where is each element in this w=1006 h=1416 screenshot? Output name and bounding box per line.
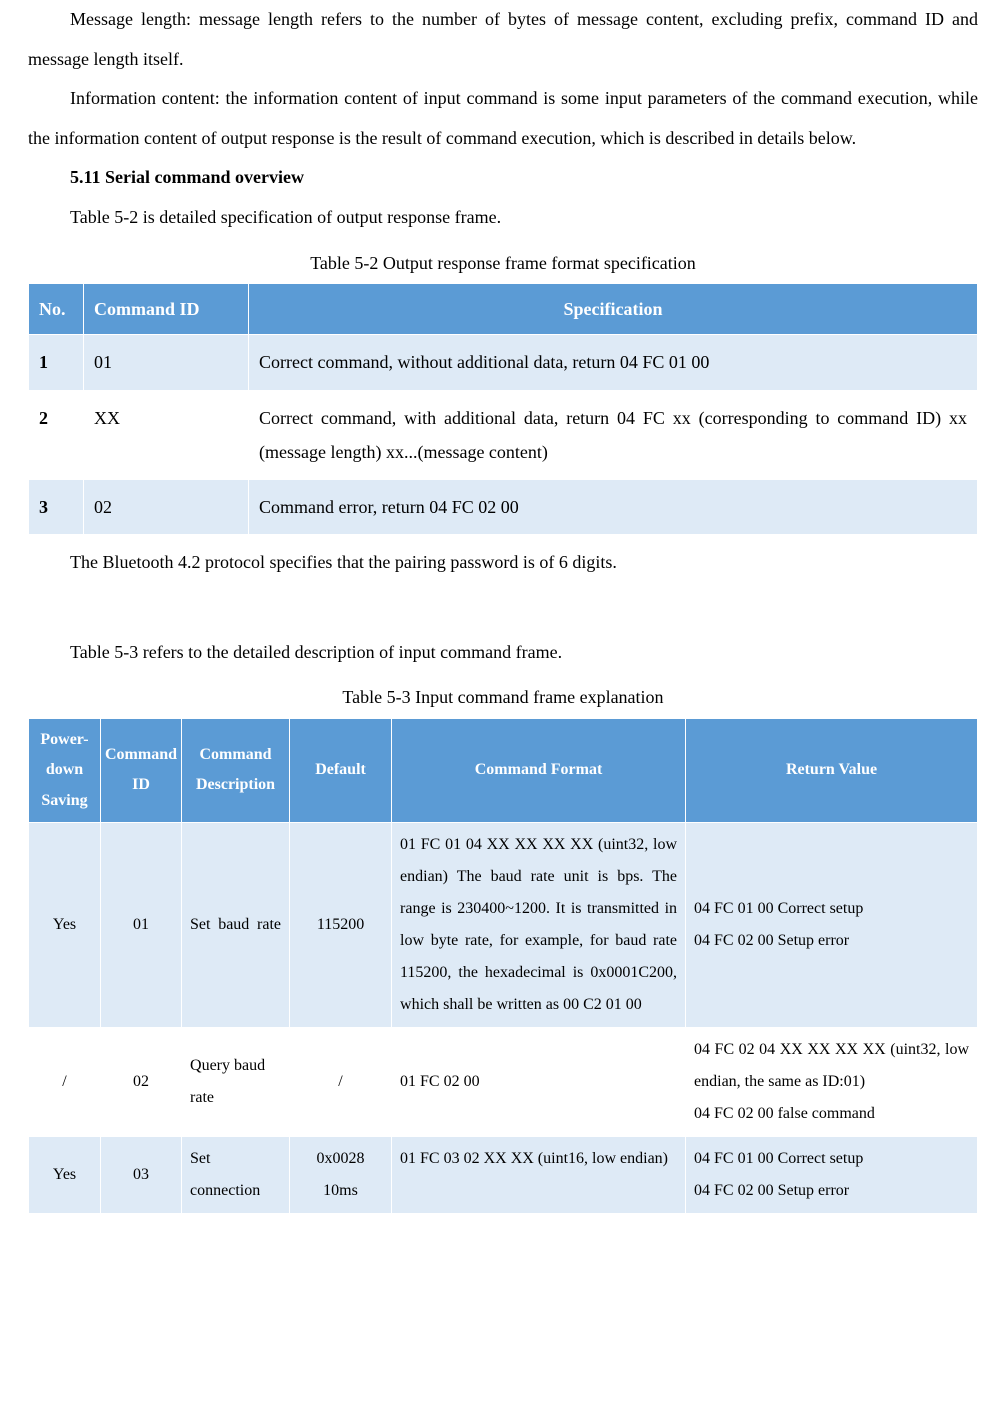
table-5-3: Power-down Saving Command ID Command Des…: [28, 718, 978, 1214]
cell-cid: 02: [101, 1028, 182, 1137]
paragraph-info-content: Information content: the information con…: [28, 79, 978, 158]
cell-desc: Query baud rate: [182, 1028, 290, 1137]
table-row: Yes 03 Set connection 0x0028 10ms 01 FC …: [29, 1137, 978, 1214]
cell-no: 1: [29, 335, 84, 390]
cell-pds: Yes: [29, 1137, 101, 1214]
text: Table 5-2 is detailed specification of o…: [70, 207, 501, 227]
table-header-row: Power-down Saving Command ID Command Des…: [29, 718, 978, 822]
cell-cid: 01: [101, 823, 182, 1028]
cell-ret: 04 FC 01 00 Correct setup 04 FC 02 00 Se…: [686, 1137, 978, 1214]
cell-cmd: 02: [84, 479, 249, 534]
cell-def: 115200: [290, 823, 392, 1028]
text: Table 5-3 refers to the detailed descrip…: [70, 642, 562, 662]
cell-fmt: 01 FC 03 02 XX XX (uint16, low endian): [392, 1137, 686, 1214]
cell-ret: 04 FC 02 04 XX XX XX XX (uint32, low end…: [686, 1028, 978, 1137]
cell-pds: Yes: [29, 823, 101, 1028]
cell-spec: Correct command, without additional data…: [249, 335, 978, 390]
text: The Bluetooth 4.2 protocol specifies tha…: [70, 552, 617, 572]
cell-spec: Correct command, with additional data, r…: [249, 390, 978, 479]
col-default: Default: [290, 718, 392, 822]
cell-fmt: 01 FC 01 04 XX XX XX XX (uint32, low end…: [392, 823, 686, 1028]
cell-cmd: XX: [84, 390, 249, 479]
table-header-row: No. Command ID Specification: [29, 284, 978, 335]
paragraph-bt42: The Bluetooth 4.2 protocol specifies tha…: [28, 543, 978, 583]
cell-no: 3: [29, 479, 84, 534]
heading-5-11: 5.11 Serial command overview: [28, 158, 978, 198]
heading-text: 5.11 Serial command overview: [70, 167, 304, 187]
cell-fmt: 01 FC 02 00: [392, 1028, 686, 1137]
cell-desc: Set connection: [182, 1137, 290, 1214]
col-specification: Specification: [249, 284, 978, 335]
text: Message length: message length refers to…: [28, 9, 978, 69]
cell-cmd: 01: [84, 335, 249, 390]
spacer: [28, 583, 978, 633]
cell-cid: 03: [101, 1137, 182, 1214]
paragraph-table52-intro: Table 5-2 is detailed specification of o…: [28, 198, 978, 238]
col-powerdown-saving: Power-down Saving: [29, 718, 101, 822]
cell-def: 0x0028 10ms: [290, 1137, 392, 1214]
col-command-id: Command ID: [101, 718, 182, 822]
table-row: 3 02 Command error, return 04 FC 02 00: [29, 479, 978, 534]
cell-spec: Command error, return 04 FC 02 00: [249, 479, 978, 534]
table-row: / 02 Query baud rate / 01 FC 02 00 04 FC…: [29, 1028, 978, 1137]
col-command-id: Command ID: [84, 284, 249, 335]
text: Information content: the information con…: [28, 88, 978, 148]
table-5-2: No. Command ID Specification 1 01 Correc…: [28, 283, 978, 535]
col-return-value: Return Value: [686, 718, 978, 822]
col-no: No.: [29, 284, 84, 335]
paragraph-table53-intro: Table 5-3 refers to the detailed descrip…: [28, 633, 978, 673]
caption-table-5-2: Table 5-2 Output response frame format s…: [28, 244, 978, 284]
col-command-description: Command Description: [182, 718, 290, 822]
cell-no: 2: [29, 390, 84, 479]
cell-ret: 04 FC 01 00 Correct setup 04 FC 02 00 Se…: [686, 823, 978, 1028]
caption-table-5-3: Table 5-3 Input command frame explanatio…: [28, 678, 978, 718]
cell-desc: Set baud rate: [182, 823, 290, 1028]
paragraph-message-length: Message length: message length refers to…: [28, 0, 978, 79]
col-command-format: Command Format: [392, 718, 686, 822]
table-row: 2 XX Correct command, with additional da…: [29, 390, 978, 479]
table-row: 1 01 Correct command, without additional…: [29, 335, 978, 390]
table-row: Yes 01 Set baud rate 115200 01 FC 01 04 …: [29, 823, 978, 1028]
cell-def: /: [290, 1028, 392, 1137]
cell-pds: /: [29, 1028, 101, 1137]
